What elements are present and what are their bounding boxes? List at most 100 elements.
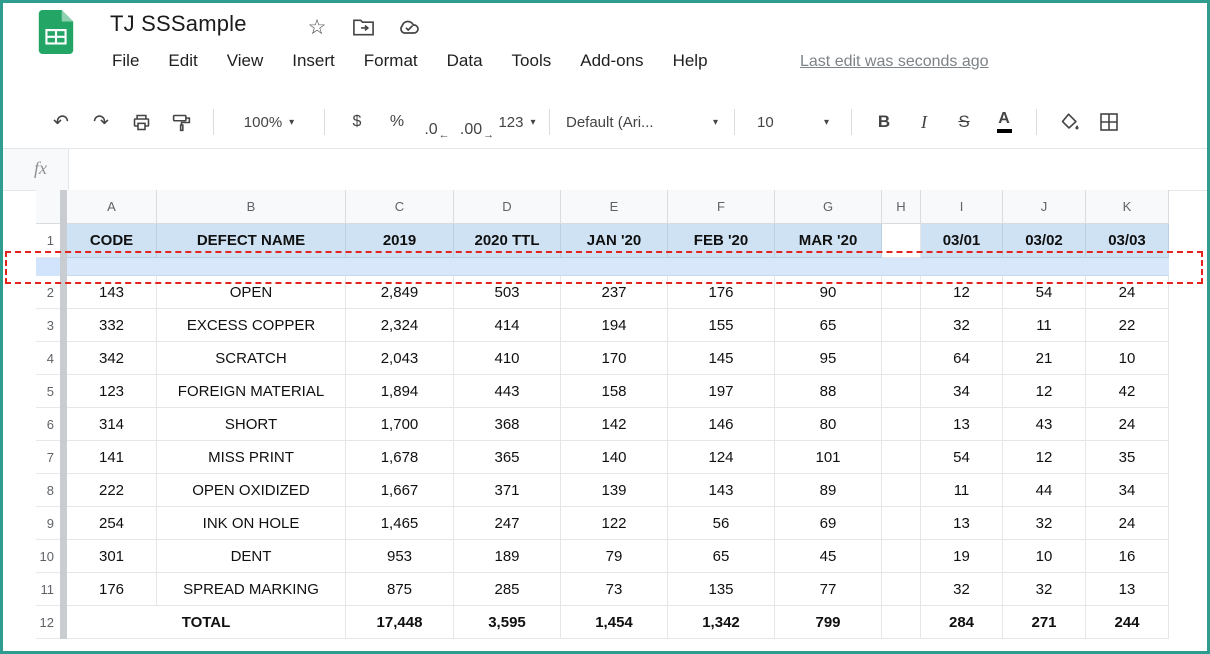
cell-A12[interactable]: TOTAL — [67, 606, 346, 639]
star-icon[interactable]: ☆ — [305, 15, 329, 39]
select-all-corner[interactable] — [36, 190, 60, 224]
cell-B7[interactable]: MISS PRINT — [157, 441, 346, 474]
cell-F9[interactable]: 56 — [668, 507, 775, 540]
cell-G6[interactable]: 80 — [775, 408, 882, 441]
row-header-11[interactable]: 11 — [36, 573, 60, 606]
cell-B6[interactable]: SHORT — [157, 408, 346, 441]
cell-K8[interactable]: 34 — [1086, 474, 1169, 507]
cell-I6[interactable]: 13 — [921, 408, 1003, 441]
cell-E4[interactable]: 170 — [561, 342, 668, 375]
column-header-A[interactable]: A — [67, 190, 157, 224]
cell-A7[interactable]: 141 — [67, 441, 157, 474]
cell-I7[interactable]: 54 — [921, 441, 1003, 474]
cell-K5[interactable]: 42 — [1086, 375, 1169, 408]
cell-I5[interactable]: 34 — [921, 375, 1003, 408]
cell-K11[interactable]: 13 — [1086, 573, 1169, 606]
cell-G11[interactable]: 77 — [775, 573, 882, 606]
cell-K6[interactable]: 24 — [1086, 408, 1169, 441]
print-button[interactable] — [121, 105, 161, 139]
menu-item-format[interactable]: Format — [364, 51, 418, 71]
row-header-10[interactable]: 10 — [36, 540, 60, 573]
row-header-4[interactable]: 4 — [36, 342, 60, 375]
menu-item-add-ons[interactable]: Add-ons — [580, 51, 643, 71]
cell-I1[interactable]: 03/01 — [921, 224, 1003, 258]
cell-A3[interactable]: 332 — [67, 309, 157, 342]
cell-C1[interactable]: 2019 — [346, 224, 454, 258]
decrease-decimal-button[interactable]: .0← — [417, 105, 457, 139]
bold-button[interactable]: B — [864, 105, 904, 139]
cell-A5[interactable]: 123 — [67, 375, 157, 408]
cell-J12[interactable]: 271 — [1003, 606, 1086, 639]
cell-J7[interactable]: 12 — [1003, 441, 1086, 474]
menu-item-data[interactable]: Data — [447, 51, 483, 71]
menu-item-help[interactable]: Help — [673, 51, 708, 71]
fill-color-button[interactable] — [1049, 105, 1089, 139]
cell-A10[interactable]: 301 — [67, 540, 157, 573]
cell-E1[interactable]: JAN '20 — [561, 224, 668, 258]
cell-D9[interactable]: 247 — [454, 507, 561, 540]
cell-I4[interactable]: 64 — [921, 342, 1003, 375]
cell-H5[interactable] — [882, 375, 921, 408]
cell-C7[interactable]: 1,678 — [346, 441, 454, 474]
cell-K7[interactable]: 35 — [1086, 441, 1169, 474]
cell-C9[interactable]: 1,465 — [346, 507, 454, 540]
cell-F3[interactable]: 155 — [668, 309, 775, 342]
cell-C4[interactable]: 2,043 — [346, 342, 454, 375]
cloud-saved-icon[interactable] — [397, 15, 421, 39]
cell-F7[interactable]: 124 — [668, 441, 775, 474]
redo-button[interactable]: ↷ — [81, 105, 121, 139]
text-color-button[interactable]: A — [984, 105, 1024, 139]
cell-E9[interactable]: 122 — [561, 507, 668, 540]
cell-I3[interactable]: 32 — [921, 309, 1003, 342]
cell-H6[interactable] — [882, 408, 921, 441]
cell-G3[interactable]: 65 — [775, 309, 882, 342]
cell-G12[interactable]: 799 — [775, 606, 882, 639]
cell-K1[interactable]: 03/03 — [1086, 224, 1169, 258]
cell-C11[interactable]: 875 — [346, 573, 454, 606]
cell-B5[interactable]: FOREIGN MATERIAL — [157, 375, 346, 408]
cell-A11[interactable]: 176 — [67, 573, 157, 606]
cell-J2[interactable]: 54 — [1003, 276, 1086, 309]
cell-H11[interactable] — [882, 573, 921, 606]
cell-I10[interactable]: 19 — [921, 540, 1003, 573]
cell-D3[interactable]: 414 — [454, 309, 561, 342]
hidden-rows-strip-body[interactable] — [67, 258, 1169, 276]
cell-F5[interactable]: 197 — [668, 375, 775, 408]
cell-G4[interactable]: 95 — [775, 342, 882, 375]
cell-H8[interactable] — [882, 474, 921, 507]
cell-J4[interactable]: 21 — [1003, 342, 1086, 375]
row-header-7[interactable]: 7 — [36, 441, 60, 474]
cell-I11[interactable]: 32 — [921, 573, 1003, 606]
cell-E8[interactable]: 139 — [561, 474, 668, 507]
menu-item-tools[interactable]: Tools — [512, 51, 552, 71]
cell-H10[interactable] — [882, 540, 921, 573]
number-format-menu[interactable]: 123▾ — [497, 105, 537, 139]
cell-C12[interactable]: 17,448 — [346, 606, 454, 639]
menu-item-edit[interactable]: Edit — [168, 51, 197, 71]
cell-H1[interactable] — [882, 224, 921, 258]
cell-F8[interactable]: 143 — [668, 474, 775, 507]
format-currency-button[interactable]: $ — [337, 105, 377, 139]
cell-G7[interactable]: 101 — [775, 441, 882, 474]
paint-format-button[interactable] — [161, 105, 201, 139]
cell-C2[interactable]: 2,849 — [346, 276, 454, 309]
row-header-3[interactable]: 3 — [36, 309, 60, 342]
cell-F6[interactable]: 146 — [668, 408, 775, 441]
cell-C8[interactable]: 1,667 — [346, 474, 454, 507]
cell-G10[interactable]: 45 — [775, 540, 882, 573]
cell-K12[interactable]: 244 — [1086, 606, 1169, 639]
cell-C5[interactable]: 1,894 — [346, 375, 454, 408]
cell-A1[interactable]: CODE — [67, 224, 157, 258]
cell-D11[interactable]: 285 — [454, 573, 561, 606]
column-header-C[interactable]: C — [346, 190, 454, 224]
cell-I9[interactable]: 13 — [921, 507, 1003, 540]
row-header-5[interactable]: 5 — [36, 375, 60, 408]
font-size-select[interactable]: 10▾ — [747, 114, 839, 131]
column-header-I[interactable]: I — [921, 190, 1003, 224]
cell-C10[interactable]: 953 — [346, 540, 454, 573]
cell-D1[interactable]: 2020 TTL — [454, 224, 561, 258]
cell-E12[interactable]: 1,454 — [561, 606, 668, 639]
cell-A9[interactable]: 254 — [67, 507, 157, 540]
italic-button[interactable]: I — [904, 105, 944, 139]
zoom-select[interactable]: 100%▾ — [226, 114, 312, 131]
